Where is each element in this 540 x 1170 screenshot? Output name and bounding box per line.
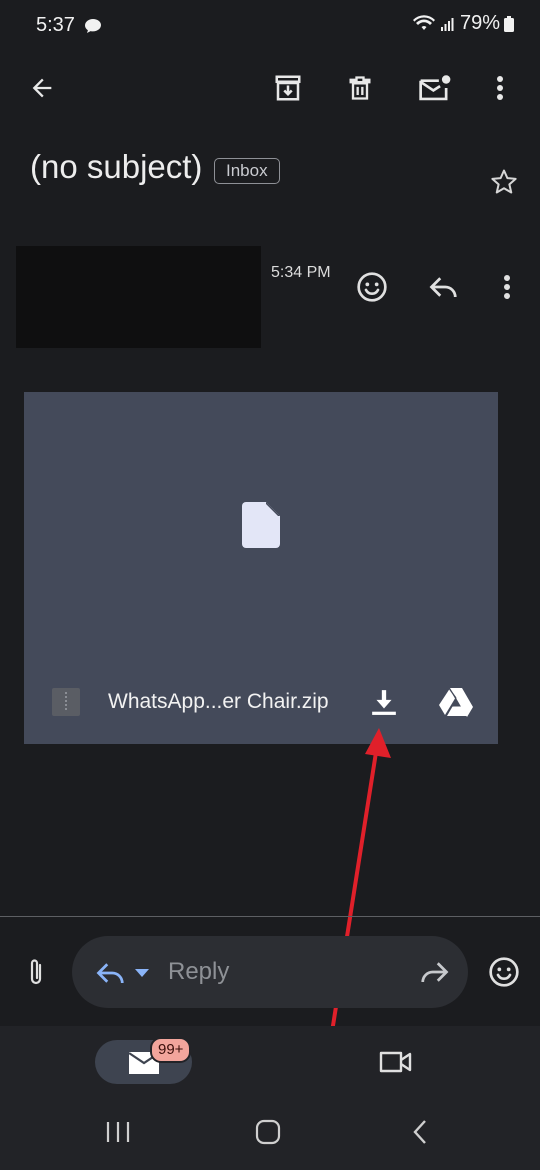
system-back-icon [413,1120,426,1144]
emoji-icon [489,957,519,987]
home-button[interactable] [248,1112,288,1152]
more-options-button[interactable] [480,68,520,108]
mark-unread-icon [419,75,451,101]
emoji-icon [357,272,387,302]
email-subject: (no subject) [30,148,203,185]
battery-percent: 79% [459,12,500,34]
home-icon [255,1119,281,1145]
reply-type-dropdown[interactable] [90,956,156,990]
archive-button[interactable] [268,68,308,108]
more-vert-icon [504,275,510,299]
back-arrow-icon [32,78,52,98]
download-attachment-button[interactable] [364,682,404,722]
system-back-button[interactable] [400,1112,440,1152]
delete-button[interactable] [340,68,380,108]
attach-icon [30,959,42,985]
status-time: 5:37 [36,14,75,36]
battery-icon [504,15,514,32]
reply-input-label[interactable]: Reply [168,958,229,986]
video-icon [379,1051,412,1073]
add-reaction-button[interactable] [352,267,392,307]
compose-divider [0,916,540,917]
archive-icon [275,75,301,101]
wifi-icon [412,14,435,30]
recent-apps-icon [106,1122,130,1142]
dropdown-triangle-icon [135,969,149,977]
message-more-button[interactable] [490,267,524,307]
forward-icon [421,962,449,983]
forward-button[interactable] [414,954,454,990]
reply-emoji-button[interactable] [484,952,524,992]
status-icons: 79% [412,12,514,35]
star-icon [491,169,517,194]
delete-icon [349,76,371,100]
mail-unread-badge: 99+ [150,1037,192,1063]
inbox-label-chip[interactable]: Inbox [214,158,280,184]
back-button[interactable] [22,68,62,108]
message-notification-icon [85,19,101,33]
save-to-drive-button[interactable] [436,682,476,722]
signal-icon [440,17,454,31]
more-vert-icon [497,76,503,100]
recent-apps-button[interactable] [98,1114,138,1150]
drive-icon [439,688,473,717]
reply-icon [96,963,124,984]
reply-button[interactable] [424,267,464,307]
attach-file-button[interactable] [18,952,54,992]
nav-meet-tab[interactable] [374,1044,418,1080]
mark-unread-button[interactable] [412,68,456,108]
zip-file-icon [52,688,80,716]
sender-info-redacted[interactable] [16,246,261,348]
reply-icon [429,277,457,298]
attachment-filename: WhatsApp...er Chair.zip [108,690,329,713]
message-time: 5:34 PM [271,264,331,281]
download-icon [372,690,396,715]
star-button[interactable] [484,162,524,202]
file-icon [242,502,280,548]
